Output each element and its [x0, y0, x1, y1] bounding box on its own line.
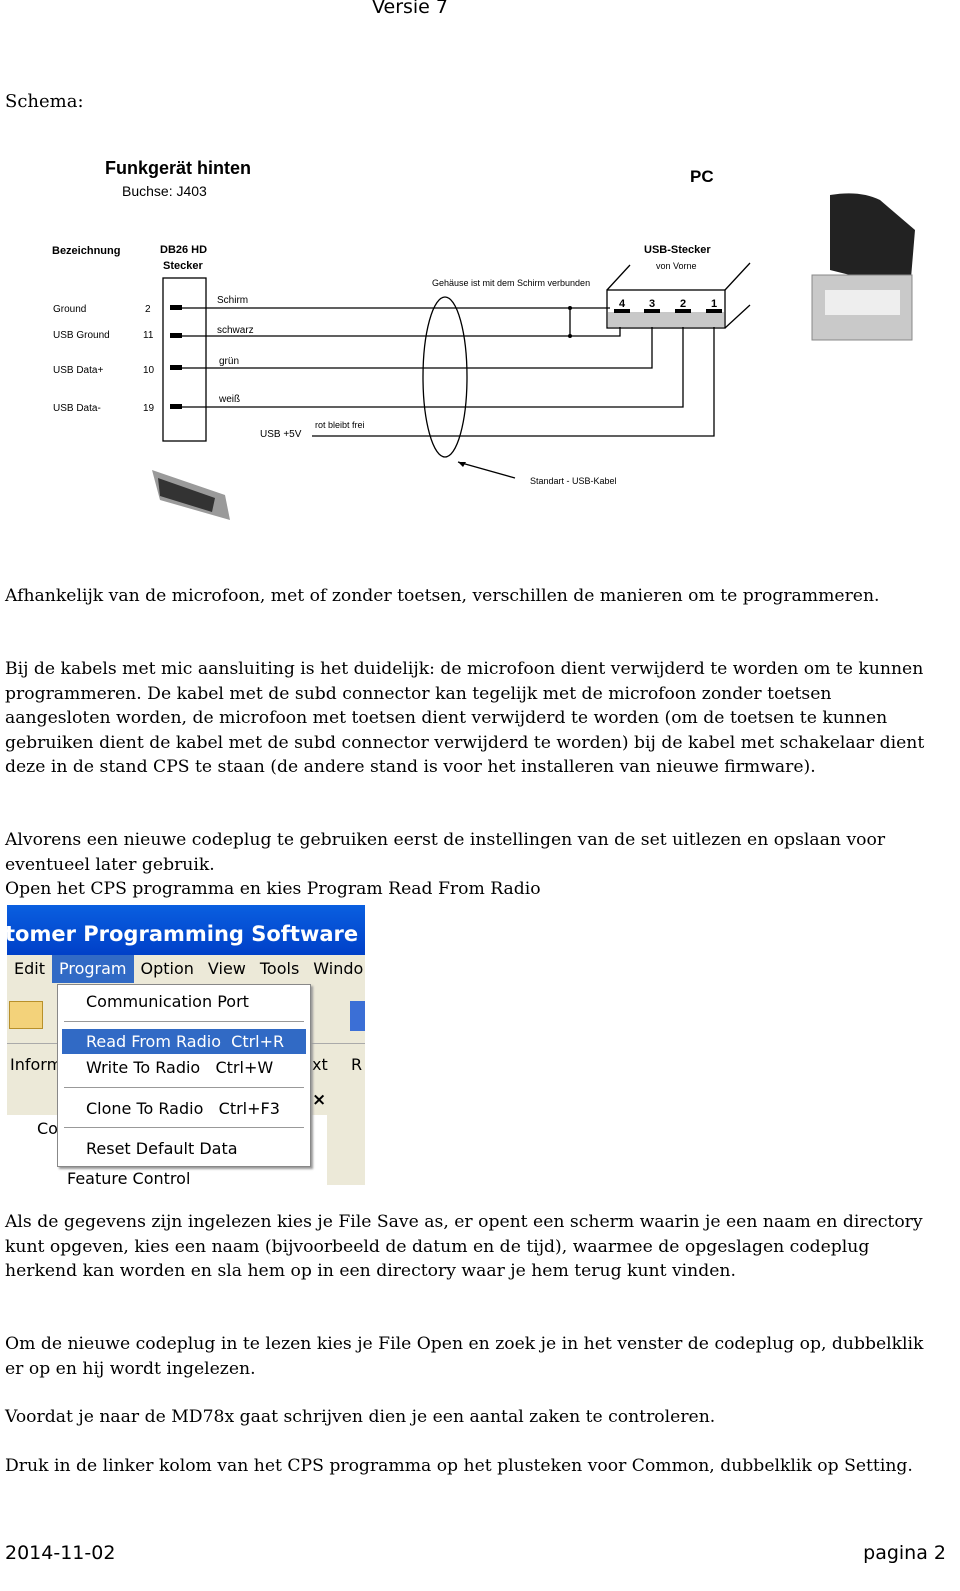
document-page: Versie 7 Schema: Funkgerät hinten PC Bez… [0, 0, 960, 1591]
vcc-note: rot bleibt frei [315, 420, 365, 430]
wiring-diagram: Funkgerät hinten PC Bezeichnung DB26 HD … [52, 158, 915, 520]
menu-program[interactable]: Program [51, 955, 134, 983]
menu-item-communication-port[interactable]: Communication Port [62, 989, 306, 1014]
usb-sub: von Vorne [656, 261, 697, 271]
signal-name: USB Ground [53, 330, 110, 341]
signal-pin: 19 [143, 403, 155, 414]
paragraph: Voordat je naar de MD78x gaat schrijven … [5, 1407, 716, 1427]
signal-pin: 11 [143, 330, 154, 341]
paragraph: Bij de kabels met mic aansluiting is het… [5, 659, 925, 777]
tree-item-feature-control[interactable]: Feature Control [67, 1169, 190, 1185]
paragraph: Als de gegevens zijn ingelezen kies je F… [5, 1212, 923, 1281]
menu-item-read-from-radio[interactable]: Read From Radio Ctrl+R [62, 1029, 306, 1054]
menu-item-label: Clone To Radio [86, 1099, 204, 1118]
paragraph: Open het CPS programma en kies Program R… [5, 879, 541, 899]
usb-pin: 4 [619, 298, 626, 310]
paragraph: Om de nieuwe codeplug in te lezen kies j… [5, 1334, 924, 1379]
menu-tools[interactable]: Tools [253, 955, 306, 983]
page-header: Versie 7 [371, 0, 449, 18]
menu-option[interactable]: Option [134, 955, 201, 983]
housing-note: Gehäuse ist mit dem Schirm verbunden [432, 278, 590, 288]
cps-screenshot: tomer Programming Software [ \\Pa3c Edit… [7, 905, 365, 1185]
paragraph: Druk in de linker kolom van het CPS prog… [5, 1456, 913, 1476]
window-title: tomer Programming Software [ \\Pa3c [7, 905, 365, 955]
usb-plug-photo [811, 193, 915, 341]
tab-r[interactable]: R [351, 1050, 362, 1080]
close-icon[interactable]: × [312, 1090, 326, 1110]
wire-color: Schirm [217, 295, 248, 306]
wire-color: grün [219, 356, 239, 367]
open-folder-icon[interactable] [9, 1001, 43, 1029]
footer-date: 2014-11-02 [5, 1542, 116, 1564]
menu-item-label: Reset Default Data [86, 1139, 238, 1158]
signal-name: USB Data+ [53, 365, 103, 376]
tab-text[interactable]: xt [312, 1050, 328, 1080]
menu-edit[interactable]: Edit [7, 955, 52, 983]
paragraph: Alvorens een nieuwe codeplug te gebruike… [5, 830, 886, 875]
usb-pin: 2 [680, 298, 686, 310]
paragraph: Afhankelijk van de microfoon, met of zon… [5, 586, 880, 606]
signal-pin: 2 [145, 304, 151, 315]
menu-item-label: Read From Radio [86, 1032, 221, 1051]
menu-window[interactable]: Windo [306, 955, 365, 983]
menu-item-clone-to-radio[interactable]: Clone To Radio Ctrl+F3 [62, 1096, 306, 1121]
col-conn-header-2: Stecker [163, 260, 203, 272]
signal-name: Ground [53, 304, 86, 315]
menu-bar: Edit Program Option View Tools Windo [7, 955, 365, 983]
db-connector-photo [152, 470, 230, 520]
menu-item-shortcut: Ctrl+F3 [218, 1099, 280, 1118]
usb-pin: 1 [711, 298, 717, 310]
usb-pin: 3 [649, 298, 655, 310]
signal-pin: 10 [143, 365, 155, 376]
cable-label: Standart - USB-Kabel [530, 476, 617, 486]
menu-item-write-to-radio[interactable]: Write To Radio Ctrl+W [62, 1055, 306, 1080]
help-icon[interactable] [350, 1001, 365, 1031]
vcc-label: USB +5V [260, 429, 302, 440]
wire-color: schwarz [217, 325, 254, 336]
program-dropdown-menu: Communication Port Read From Radio Ctrl+… [57, 984, 311, 1167]
tree-item-common[interactable]: Co [37, 1119, 58, 1138]
diagram-pc-label: PC [690, 167, 714, 186]
diagram-subtitle: Buchse: J403 [122, 183, 207, 199]
col-name-header: Bezeichnung [52, 245, 120, 257]
menu-view[interactable]: View [201, 955, 253, 983]
signal-name: USB Data- [53, 403, 101, 414]
tab-information[interactable]: Inform [10, 1050, 62, 1080]
schema-label: Schema: [5, 91, 84, 112]
menu-item-reset-default-data[interactable]: Reset Default Data [62, 1136, 306, 1161]
wire-color: weiß [218, 394, 240, 405]
db26-connector-box [162, 277, 207, 442]
menu-item-label: Communication Port [86, 992, 249, 1011]
menu-item-label: Write To Radio [86, 1058, 201, 1077]
menu-item-shortcut: Ctrl+R [231, 1032, 285, 1051]
diagram-title: Funkgerät hinten [105, 158, 251, 178]
menu-item-shortcut: Ctrl+W [215, 1058, 274, 1077]
usb-title: USB-Stecker [644, 244, 711, 256]
col-conn-header: DB26 HD [160, 244, 207, 256]
footer-page-number: pagina 2 [863, 1542, 946, 1564]
